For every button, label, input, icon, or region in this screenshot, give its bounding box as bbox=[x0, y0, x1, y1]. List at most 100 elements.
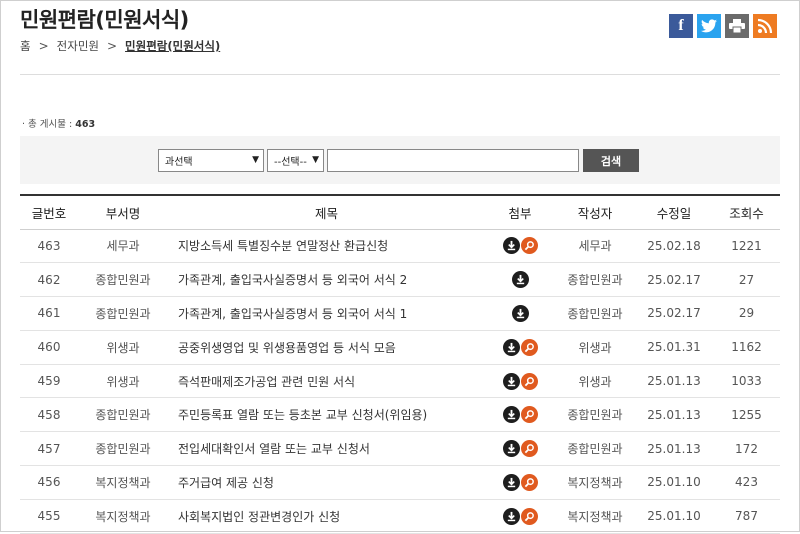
row-views: 27 bbox=[738, 272, 755, 287]
row-attachments bbox=[485, 432, 555, 466]
total-posts: · 총 게시물 : 463 bbox=[22, 119, 96, 130]
row-no: 460 bbox=[37, 340, 61, 355]
preview-icon[interactable] bbox=[520, 338, 538, 356]
board-table: 글번호 부서명 제목 첨부 작성자 수정일 조회수 463 세무과 지방소득세 특별… bbox=[20, 194, 780, 534]
row-attachments bbox=[485, 466, 555, 500]
breadcrumb-e-civil[interactable]: 전자민원 bbox=[57, 38, 99, 54]
attachment-icons bbox=[502, 372, 538, 390]
row-attachments bbox=[485, 263, 555, 297]
row-title-link[interactable]: 지방소득세 특별징수분 연말정산 환급신청 bbox=[168, 229, 485, 263]
row-views: 423 bbox=[735, 475, 758, 490]
attachment-icons bbox=[502, 440, 538, 458]
row-views: 1033 bbox=[731, 374, 762, 389]
row-date: 25.01.10 bbox=[647, 475, 701, 490]
row-views: 1162 bbox=[731, 340, 762, 355]
row-author: 복지정책과 bbox=[567, 475, 623, 490]
row-author: 위생과 bbox=[578, 374, 612, 389]
row-author: 종합민원과 bbox=[567, 273, 623, 288]
preview-icon[interactable] bbox=[520, 372, 538, 390]
row-dept: 종합민원과 bbox=[95, 442, 151, 457]
header-date: 수정일 bbox=[635, 195, 713, 230]
table-row: 459 위생과 즉석판매제조가공업 관련 민원 서식 위생과 25.01.13 1033 bbox=[20, 364, 780, 398]
facebook-icon[interactable]: f bbox=[669, 14, 693, 38]
dept-select[interactable]: 과선택 ▼ bbox=[158, 149, 264, 172]
search-input[interactable] bbox=[327, 149, 579, 172]
row-dept: 복지정책과 bbox=[95, 509, 151, 524]
preview-icon[interactable] bbox=[520, 473, 538, 491]
row-no: 461 bbox=[37, 306, 61, 321]
row-attachments bbox=[485, 499, 555, 533]
row-dept: 위생과 bbox=[106, 374, 140, 389]
download-icon[interactable] bbox=[511, 304, 529, 322]
row-dept: 위생과 bbox=[106, 340, 140, 355]
download-icon[interactable] bbox=[502, 237, 520, 255]
row-attachments bbox=[485, 229, 555, 263]
row-title-link[interactable]: 사회복지법인 정관변경인가 신청 bbox=[168, 499, 485, 533]
chevron-down-icon: ▼ bbox=[252, 155, 259, 165]
row-views: 787 bbox=[735, 509, 758, 524]
header-no: 글번호 bbox=[20, 195, 78, 230]
row-dept: 복지정책과 bbox=[95, 475, 151, 490]
row-date: 25.01.13 bbox=[647, 441, 701, 456]
rss-icon[interactable] bbox=[753, 14, 777, 38]
row-dept: 종합민원과 bbox=[95, 408, 151, 423]
download-icon[interactable] bbox=[502, 338, 520, 356]
row-title-link[interactable]: 가족관계, 출입국사실증명서 등 외국어 서식 2 bbox=[168, 263, 485, 297]
attachment-icons bbox=[502, 237, 538, 255]
attachment-icons bbox=[502, 406, 538, 424]
download-icon[interactable] bbox=[511, 271, 529, 289]
search-button[interactable]: 검색 bbox=[583, 149, 639, 172]
row-no: 459 bbox=[37, 374, 61, 389]
table-row: 462 종합민원과 가족관계, 출입국사실증명서 등 외국어 서식 2 종합민원과 25… bbox=[20, 263, 780, 297]
download-icon[interactable] bbox=[502, 507, 520, 525]
row-title-link[interactable]: 주민등록표 열람 또는 등초본 교부 신청서(위임용) bbox=[168, 398, 485, 432]
download-icon[interactable] bbox=[502, 440, 520, 458]
row-author: 세무과 bbox=[578, 239, 612, 254]
preview-icon[interactable] bbox=[520, 440, 538, 458]
row-no: 457 bbox=[37, 441, 61, 456]
preview-icon[interactable] bbox=[520, 237, 538, 255]
row-attachments bbox=[485, 297, 555, 331]
row-date: 25.02.18 bbox=[647, 238, 701, 253]
download-icon[interactable] bbox=[502, 406, 520, 424]
twitter-icon[interactable] bbox=[697, 14, 721, 38]
field-select[interactable]: --선택-- ▼ bbox=[267, 149, 324, 172]
attachment-icons bbox=[511, 271, 529, 289]
chevron-right-icon: > bbox=[38, 39, 49, 53]
table-row: 461 종합민원과 가족관계, 출입국사실증명서 등 외국어 서식 1 종합민원과 25… bbox=[20, 297, 780, 331]
print-icon[interactable] bbox=[725, 14, 749, 38]
download-icon[interactable] bbox=[502, 372, 520, 390]
preview-icon[interactable] bbox=[520, 507, 538, 525]
attachment-icons bbox=[511, 304, 529, 322]
table-row: 457 종합민원과 전입세대확인서 열람 또는 교부 신청서 종합민원과 25.01.1… bbox=[20, 432, 780, 466]
row-author: 위생과 bbox=[578, 340, 612, 355]
header-dept: 부서명 bbox=[78, 195, 168, 230]
row-views: 1221 bbox=[731, 238, 762, 253]
row-date: 25.01.13 bbox=[647, 407, 701, 422]
preview-icon[interactable] bbox=[520, 406, 538, 424]
download-icon[interactable] bbox=[502, 473, 520, 491]
table-row: 455 복지정책과 사회복지법인 정관변경인가 신청 복지정책과 25.01.10 787 bbox=[20, 499, 780, 534]
row-title-link[interactable]: 주거급여 제공 신청 bbox=[168, 466, 485, 500]
breadcrumb-home[interactable]: 홈 bbox=[20, 38, 31, 54]
row-title-link[interactable]: 전입세대확인서 열람 또는 교부 신청서 bbox=[168, 432, 485, 466]
row-date: 25.01.10 bbox=[647, 509, 701, 524]
row-author: 종합민원과 bbox=[567, 306, 623, 321]
row-attachments bbox=[485, 364, 555, 398]
row-title-link[interactable]: 즉석판매제조가공업 관련 민원 서식 bbox=[168, 364, 485, 398]
row-no: 463 bbox=[37, 238, 61, 253]
row-title-link[interactable]: 가족관계, 출입국사실증명서 등 외국어 서식 1 bbox=[168, 297, 485, 331]
row-title-link[interactable]: 공중위생영업 및 위생용품영업 등 서식 모음 bbox=[168, 330, 485, 364]
row-no: 456 bbox=[37, 475, 61, 490]
header-title: 제목 bbox=[168, 195, 485, 230]
page-title: 민원편람(민원서식) bbox=[20, 8, 189, 32]
breadcrumb-current[interactable]: 민원편람(민원서식) bbox=[125, 38, 220, 54]
row-dept: 종합민원과 bbox=[95, 273, 151, 288]
breadcrumb: 홈 > 전자민원 > 민원편람(민원서식) bbox=[20, 38, 220, 54]
row-attachments bbox=[485, 330, 555, 364]
share-buttons: f bbox=[669, 14, 777, 38]
row-date: 25.01.31 bbox=[647, 340, 701, 355]
row-author: 복지정책과 bbox=[567, 509, 623, 524]
row-no: 455 bbox=[37, 509, 61, 524]
header-divider bbox=[20, 74, 780, 75]
